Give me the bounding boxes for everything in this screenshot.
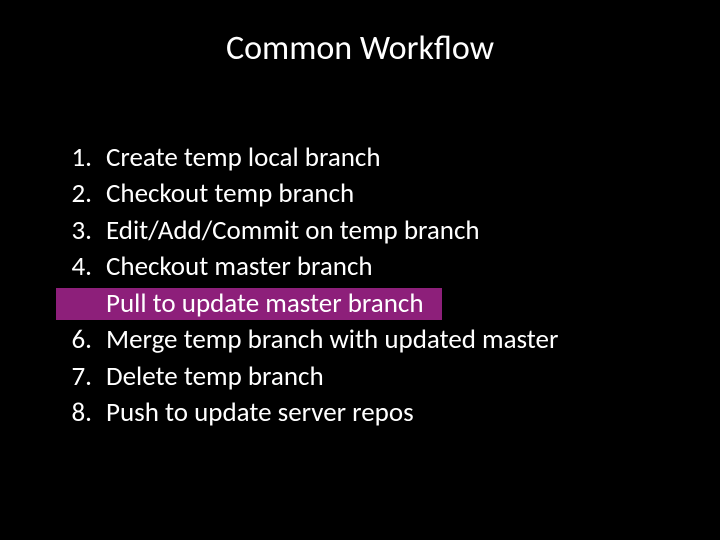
item-text: Checkout master branch — [106, 249, 373, 285]
list-item: 7. Delete temp branch — [56, 359, 558, 395]
item-number: 3. — [56, 213, 92, 249]
item-text: Checkout temp branch — [106, 176, 354, 212]
list-item: 1. Create temp local branch — [56, 140, 558, 176]
list-item: 8. Push to update server repos — [56, 395, 558, 431]
item-text: Create temp local branch — [106, 140, 381, 176]
list-item: 2. Checkout temp branch — [56, 176, 558, 212]
step-list: 1. Create temp local branch 2. Checkout … — [56, 140, 558, 432]
item-number: 7. — [56, 359, 92, 395]
item-number: 8. — [56, 395, 92, 431]
item-number: 4. — [56, 249, 92, 285]
slide-title: Common Workflow — [0, 28, 720, 69]
list-item-highlighted: 5. Pull to update master branch — [56, 286, 558, 322]
item-number: 1. — [56, 140, 92, 176]
item-text: Push to update server repos — [106, 395, 414, 431]
item-text: Pull to update master branch — [106, 286, 424, 322]
item-text: Merge temp branch with updated master — [106, 322, 558, 358]
list-item: 4. Checkout master branch — [56, 249, 558, 285]
item-number: 6. — [56, 322, 92, 358]
list-item: 6. Merge temp branch with updated master — [56, 322, 558, 358]
item-text: Edit/Add/Commit on temp branch — [106, 213, 480, 249]
item-text: Delete temp branch — [106, 359, 324, 395]
slide: Common Workflow 1. Create temp local bra… — [0, 0, 720, 540]
list-item: 3. Edit/Add/Commit on temp branch — [56, 213, 558, 249]
item-number: 2. — [56, 176, 92, 212]
